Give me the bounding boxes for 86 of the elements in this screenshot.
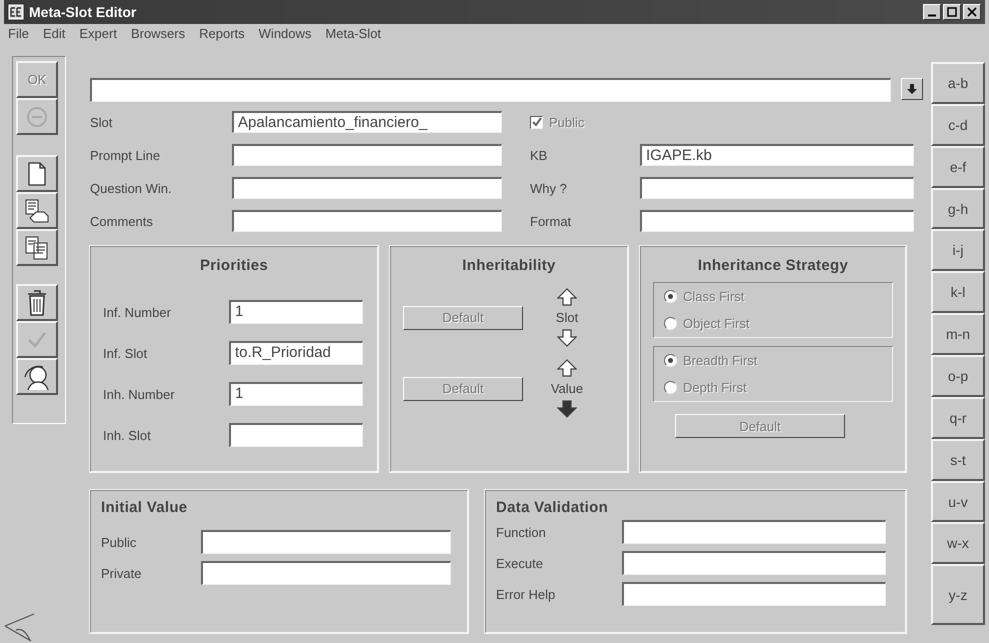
text-field[interactable] (622, 551, 886, 575)
field-label: Inh. Slot (103, 428, 152, 442)
field-label: Execute (496, 556, 544, 570)
app-icon (8, 4, 24, 20)
letter-tab[interactable]: a-b (931, 62, 985, 104)
toolbar-button[interactable] (16, 155, 58, 192)
field-label: Inf. Slot (103, 346, 148, 360)
field-label: Inh. Number (103, 386, 176, 402)
text-field[interactable] (640, 210, 914, 232)
text-field[interactable] (622, 582, 886, 606)
menu-item[interactable]: Browsers (130, 26, 186, 42)
minimize-button[interactable] (923, 4, 941, 20)
menu-item[interactable]: Reports (199, 26, 245, 42)
panel-title: Priorities (198, 257, 270, 274)
menu-item[interactable]: Edit (42, 26, 66, 42)
stop-icon (25, 106, 49, 128)
close-icon (967, 7, 977, 17)
menu-item[interactable]: Expert (79, 26, 117, 42)
letter-tab[interactable]: m-n (931, 313, 985, 356)
field-label: Comments (90, 214, 154, 228)
radio-label: Depth First (683, 380, 747, 395)
toolbar-button[interactable] (16, 358, 58, 395)
close-button[interactable] (963, 4, 981, 20)
letter-tab[interactable]: s-t (931, 438, 985, 481)
letter-tab[interactable]: c-d (931, 104, 985, 146)
field-label: KB (530, 148, 548, 162)
text-field[interactable] (229, 423, 363, 447)
field-label: Public (101, 534, 138, 550)
text-field[interactable]: Apalancamiento_financiero_ (232, 111, 502, 133)
radio-label: Object First (683, 316, 750, 331)
checkbox-label: Public (549, 114, 584, 130)
field-label: Prompt Line (90, 148, 162, 162)
letter-tab[interactable]: g-h (931, 188, 985, 230)
radio-label: Class First (683, 289, 744, 304)
panel-title: Inheritance Strategy (696, 257, 850, 274)
field-label: Private (101, 566, 142, 580)
letter-tab[interactable]: e-f (931, 146, 985, 188)
letter-tab[interactable]: k-l (931, 271, 985, 314)
text-field[interactable]: to.R_Prioridad (229, 341, 363, 365)
maximize-icon (947, 7, 957, 17)
toolbar-button[interactable] (16, 284, 58, 321)
text-field[interactable] (232, 210, 502, 232)
field-label: Question Win. (90, 180, 173, 196)
text-field[interactable] (232, 177, 502, 199)
menu-item[interactable]: Meta-Slot (325, 26, 382, 42)
radio-label: Breadth First (683, 353, 758, 368)
text-field[interactable]: IGAPE.kb (640, 144, 914, 166)
letter-tab[interactable]: w-x (931, 522, 985, 564)
check-icon (27, 330, 47, 348)
text-field[interactable] (201, 530, 451, 554)
text-field[interactable] (640, 177, 914, 199)
down-arrow-icon (906, 83, 918, 95)
field-label: Slot (90, 114, 114, 130)
copy-icon (24, 234, 50, 260)
text-field[interactable] (622, 520, 886, 544)
field-label: Error Help (496, 586, 556, 602)
new-document-icon (27, 162, 47, 186)
maximize-button[interactable] (943, 4, 961, 20)
field-label: Function (496, 524, 547, 540)
window-title: Meta-Slot Editor (29, 4, 138, 20)
hand-document-icon (24, 198, 50, 224)
text-field[interactable] (201, 561, 451, 585)
arrow-label: Value (550, 381, 584, 396)
menu-item[interactable]: File (8, 26, 29, 42)
text-field[interactable] (232, 144, 502, 166)
field-label: Inf. Number (103, 304, 172, 320)
field-label: Format (530, 214, 572, 228)
trash-icon (26, 288, 48, 316)
arrow-label: Slot (556, 310, 578, 325)
panel-title: Data Validation (496, 499, 610, 516)
letter-tab[interactable]: q-r (931, 396, 985, 439)
toolbar-button[interactable] (16, 229, 58, 266)
letter-tab[interactable]: o-p (931, 355, 985, 397)
toolbar-button[interactable] (16, 192, 58, 229)
letter-tab[interactable]: u-v (931, 480, 985, 522)
dropdown-button[interactable] (901, 78, 923, 100)
panel-title: Initial Value (101, 499, 188, 516)
combo-field[interactable] (90, 78, 891, 102)
text-field[interactable]: 1 (229, 382, 363, 406)
menu-item[interactable]: Windows (258, 26, 312, 42)
letter-tab[interactable]: i-j (931, 229, 985, 272)
minimize-icon (928, 14, 936, 16)
text-field[interactable]: 1 (229, 300, 363, 324)
panel-title: Inheritability (461, 257, 557, 274)
field-label: Why ? (530, 180, 568, 196)
letter-tab[interactable]: y-z (931, 564, 985, 626)
